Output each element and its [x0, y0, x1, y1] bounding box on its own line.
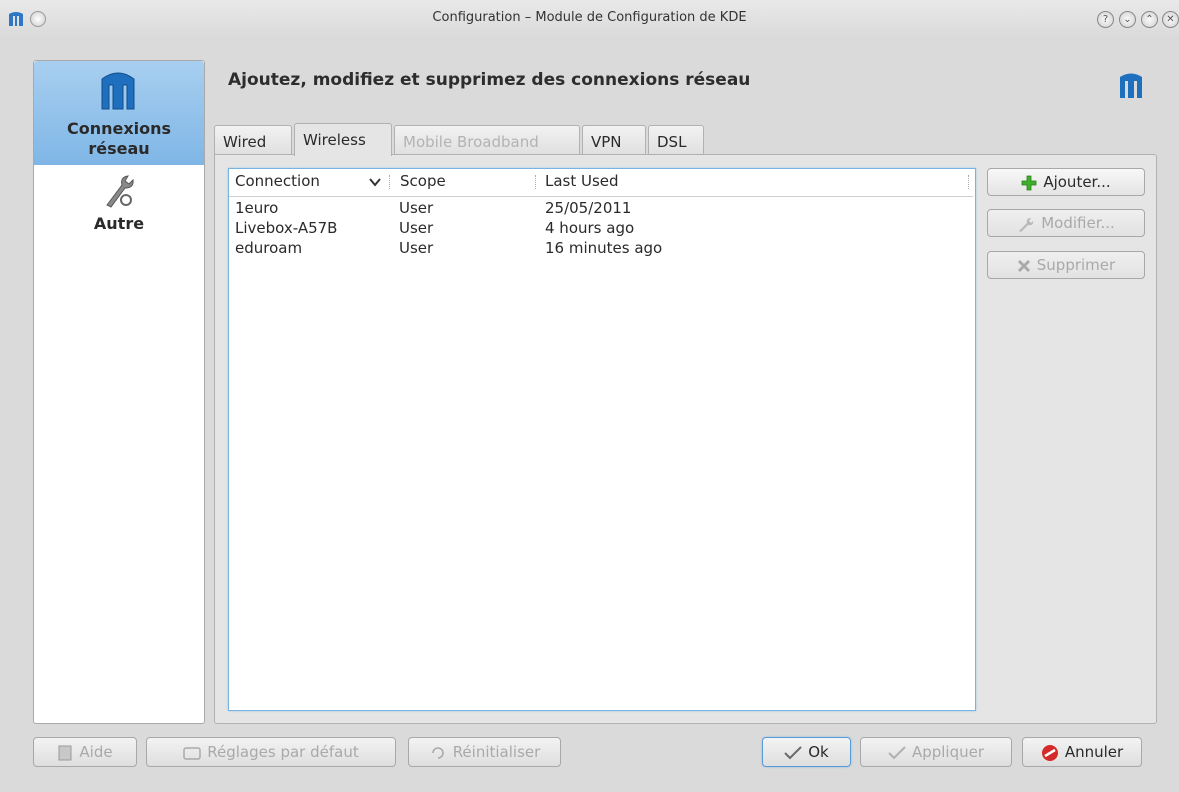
tab-mobile-broadband: Mobile Broadband	[394, 125, 580, 154]
wrench-icon	[1019, 217, 1034, 232]
column-header-last-used[interactable]: Last Used	[545, 172, 619, 190]
column-header-scope[interactable]: Scope	[400, 172, 446, 190]
table-row[interactable]: 1euro User 25/05/2011	[229, 199, 969, 217]
button-label: Réinitialiser	[452, 743, 541, 761]
cell-connection: eduroam	[235, 239, 303, 257]
table-row[interactable]: eduroam User 16 minutes ago	[229, 239, 969, 257]
title-bar: Configuration – Module de Configuration …	[0, 0, 1179, 40]
column-header-connection[interactable]: Connection	[235, 172, 320, 190]
close-button[interactable]: ✕	[1162, 11, 1179, 28]
sidebar-item-other[interactable]: Autre	[34, 169, 204, 249]
help-book-icon	[58, 745, 72, 760]
help-title-button[interactable]: ?	[1097, 11, 1114, 28]
button-label: Ajouter...	[1043, 173, 1111, 191]
cell-connection: Livebox-A57B	[235, 219, 338, 237]
chevron-down-icon[interactable]	[369, 178, 381, 187]
kde-config-window: Configuration – Module de Configuration …	[0, 0, 1179, 792]
column-divider[interactable]	[535, 175, 537, 189]
maximize-button[interactable]: ⌃	[1141, 11, 1158, 28]
page-title: Ajoutez, modifiez et supprimez des conne…	[228, 70, 751, 90]
tab-label: Mobile Broadband	[403, 133, 539, 151]
delete-connection-button: Supprimer	[987, 251, 1145, 279]
reset-button: Réinitialiser	[408, 737, 561, 767]
network-manager-icon	[101, 72, 135, 110]
window-title: Configuration – Module de Configuration …	[432, 10, 747, 25]
table-row[interactable]: Livebox-A57B User 4 hours ago	[229, 219, 969, 237]
minimize-button[interactable]: ⌄	[1119, 11, 1136, 28]
network-manager-icon	[1120, 73, 1142, 98]
button-label: Annuler	[1064, 743, 1124, 761]
wrench-gear-icon	[106, 175, 134, 208]
tab-label: Wired	[223, 133, 267, 151]
checkmark-icon	[888, 745, 906, 759]
connection-list[interactable]: Connection Scope Last Used 1euro User 25…	[228, 168, 976, 711]
cell-scope: User	[399, 199, 434, 217]
sidebar-item-label: Autre	[93, 214, 145, 233]
help-button: Aide	[33, 737, 137, 767]
button-label: Aide	[79, 743, 113, 761]
checkmark-icon	[784, 745, 802, 759]
cancel-button[interactable]: Annuler	[1022, 737, 1142, 767]
apply-button: Appliquer	[860, 737, 1012, 767]
column-divider	[968, 175, 970, 189]
defaults-button: Réglages par défaut	[146, 737, 396, 767]
tab-label: DSL	[657, 133, 687, 151]
cell-scope: User	[399, 219, 434, 237]
tab-dsl[interactable]: DSL	[648, 125, 704, 154]
cell-scope: User	[399, 239, 434, 257]
tab-label: Wireless	[303, 131, 366, 149]
edit-connection-button: Modifier...	[987, 209, 1145, 237]
cancel-icon	[1041, 744, 1058, 761]
cell-last-used: 16 minutes ago	[545, 239, 663, 257]
tab-label: VPN	[591, 133, 622, 151]
sidebar-item-label: Connexions	[66, 119, 172, 138]
sidebar-item-network-connections[interactable]: Connexions réseau	[34, 61, 204, 165]
sidebar-item-label: réseau	[88, 139, 150, 158]
cell-connection: 1euro	[235, 199, 279, 217]
column-divider[interactable]	[389, 175, 391, 189]
defaults-icon	[183, 746, 202, 760]
button-label: Ok	[808, 743, 829, 761]
tab-wireless[interactable]: Wireless	[294, 123, 392, 156]
cell-last-used: 4 hours ago	[545, 219, 635, 237]
reset-icon	[431, 746, 444, 759]
list-header: Connection Scope Last Used	[229, 169, 973, 197]
button-label: Supprimer	[1036, 256, 1116, 274]
category-sidebar: Connexions réseau Autre	[33, 60, 205, 724]
add-connection-button[interactable]: Ajouter...	[987, 168, 1145, 196]
ok-button[interactable]: Ok	[762, 737, 851, 767]
button-label: Modifier...	[1041, 214, 1115, 232]
plus-icon	[1021, 175, 1037, 190]
button-label: Appliquer	[911, 743, 985, 761]
cell-last-used: 25/05/2011	[545, 199, 632, 217]
button-label: Réglages par défaut	[207, 743, 359, 761]
delete-x-icon	[1017, 259, 1030, 272]
tab-vpn[interactable]: VPN	[582, 125, 646, 154]
tab-wired[interactable]: Wired	[214, 125, 292, 154]
